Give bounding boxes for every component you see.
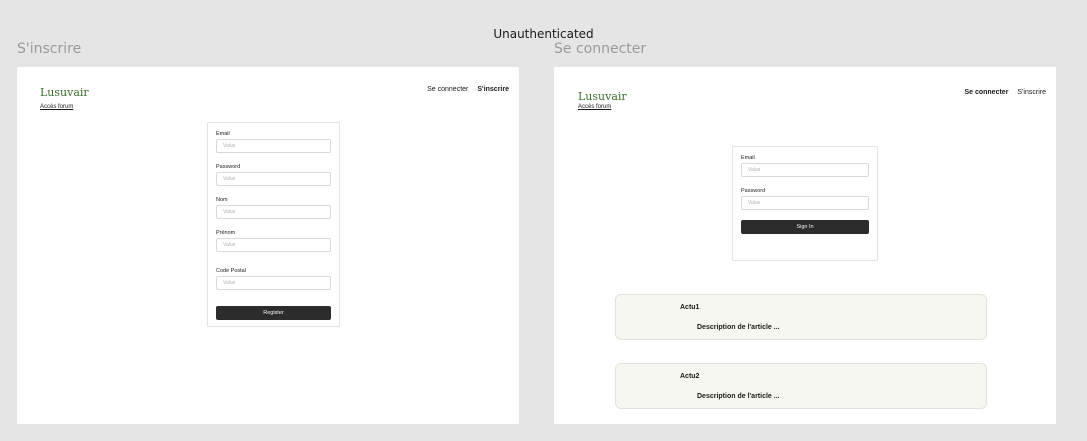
logo[interactable]: Lusuvair (578, 90, 627, 103)
nom-input[interactable]: Value (216, 205, 331, 219)
nom-label: Nom (216, 197, 228, 203)
email-field-group: Email Value (741, 155, 869, 177)
email-label: Email (741, 155, 755, 161)
password-label: Password (741, 188, 766, 194)
prenom-label: Prénom (216, 230, 236, 236)
prenom-field-group: Prénom Value (216, 230, 331, 252)
nav-login-link[interactable]: Se connecter (427, 86, 468, 93)
forum-link[interactable]: Accès forum (40, 104, 73, 110)
postal-code-label: Code Postal (216, 268, 246, 274)
frame-label-login: Se connecter (554, 41, 647, 57)
register-form: Email Value Password Value Nom Value Pré… (207, 122, 340, 327)
password-input[interactable]: Value (741, 196, 869, 210)
nav-login-link[interactable]: Se connecter (964, 89, 1008, 96)
forum-link[interactable]: Accès forum (578, 104, 611, 110)
email-input[interactable]: Value (216, 139, 331, 153)
postal-code-field-group: Code Postal Value (216, 268, 331, 290)
top-nav: Se connecter S'inscrire (427, 86, 509, 93)
logo[interactable]: Lusuvair (40, 86, 89, 99)
nom-field-group: Nom Value (216, 197, 331, 219)
login-frame: Lusuvair Accès forum Se connecter S'insc… (554, 67, 1056, 424)
sign-in-button[interactable]: Sign In (741, 220, 869, 234)
news-card[interactable]: Actu1 Description de l'article ... (615, 294, 987, 340)
news-description: Description de l'article ... (697, 393, 780, 400)
password-field-group: Password Value (216, 164, 331, 186)
password-label: Password (216, 164, 241, 170)
nav-register-link[interactable]: S'inscrire (477, 86, 509, 93)
register-frame: Lusuvair Accès forum Se connecter S'insc… (17, 67, 519, 424)
top-nav: Se connecter S'inscrire (964, 89, 1046, 96)
nav-register-link[interactable]: S'inscrire (1017, 89, 1046, 96)
news-card[interactable]: Actu2 Description de l'article ... (615, 363, 987, 409)
email-input[interactable]: Value (741, 163, 869, 177)
login-form: Email Value Password Value Sign In (732, 146, 878, 261)
news-title: Actu1 (680, 304, 700, 311)
register-button[interactable]: Register (216, 306, 331, 320)
email-field-group: Email Value (216, 131, 331, 153)
prenom-input[interactable]: Value (216, 238, 331, 252)
password-field-group: Password Value (741, 188, 869, 210)
frame-label-register: S'inscrire (17, 41, 82, 57)
password-input[interactable]: Value (216, 172, 331, 186)
news-title: Actu2 (680, 373, 700, 380)
canvas-title: Unauthenticated (493, 27, 594, 41)
email-label: Email (216, 131, 230, 137)
news-description: Description de l'article ... (697, 324, 780, 331)
postal-code-input[interactable]: Value (216, 276, 331, 290)
